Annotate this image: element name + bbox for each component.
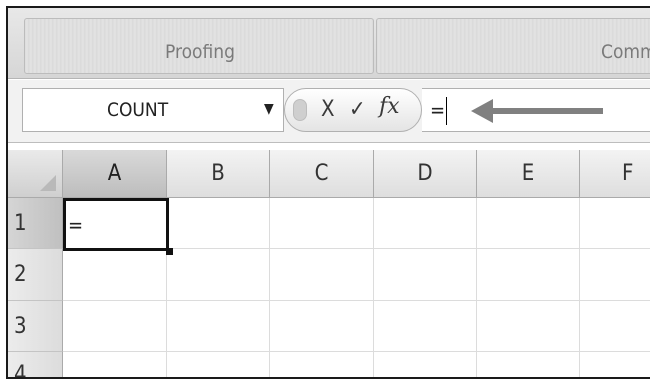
row-header-1[interactable]: 1: [8, 198, 63, 249]
row-header-4[interactable]: 4: [8, 352, 63, 377]
cell-f1[interactable]: [580, 198, 650, 249]
ribbon-group-proofing: Proofing: [24, 18, 374, 74]
checkmark-icon[interactable]: ✓: [349, 96, 366, 124]
cancel-icon[interactable]: X: [321, 96, 335, 124]
cell-c4[interactable]: [270, 352, 374, 377]
cell-c2[interactable]: [270, 249, 374, 301]
name-box-value: COUNT: [107, 99, 169, 121]
cell-f2[interactable]: [580, 249, 650, 301]
cell-f4[interactable]: [580, 352, 650, 377]
cell-e1[interactable]: [477, 198, 580, 249]
cell-d2[interactable]: [374, 249, 477, 301]
excel-window: Proofing Comm COUNT ▼ X ✓ fx = A: [6, 6, 650, 379]
name-box[interactable]: COUNT ▼: [22, 88, 284, 132]
cell-c3[interactable]: [270, 301, 374, 352]
row-header-2[interactable]: 2: [8, 249, 63, 301]
column-header-d[interactable]: D: [374, 150, 477, 198]
column-header-b[interactable]: B: [167, 150, 270, 198]
ribbon-group-label-proofing: Proofing: [165, 41, 235, 63]
resize-handle-icon[interactable]: [293, 99, 307, 121]
formula-text: =: [430, 98, 446, 122]
formula-bar: COUNT ▼ X ✓ fx =: [8, 80, 650, 143]
ribbon-group-label-comments: Comm: [601, 41, 650, 63]
cell-b4[interactable]: [167, 352, 270, 377]
cell-d1[interactable]: [374, 198, 477, 249]
formula-controls: X ✓ fx: [284, 88, 422, 132]
cell-e2[interactable]: [477, 249, 580, 301]
cell-a3[interactable]: [63, 301, 167, 352]
cell-e3[interactable]: [477, 301, 580, 352]
cell-a1[interactable]: =: [63, 198, 169, 251]
select-all-icon[interactable]: [8, 150, 63, 198]
left-arrow-icon: [471, 99, 603, 123]
cell-c1[interactable]: [270, 198, 374, 249]
text-caret: [446, 97, 447, 125]
cell-a1-value: =: [68, 213, 84, 237]
cell-b1[interactable]: [167, 198, 270, 249]
cell-e4[interactable]: [477, 352, 580, 377]
column-header-e[interactable]: E: [477, 150, 580, 198]
cell-d3[interactable]: [374, 301, 477, 352]
function-icon[interactable]: fx: [379, 94, 400, 119]
column-header-f[interactable]: F: [580, 150, 650, 198]
chevron-down-icon[interactable]: ▼: [264, 101, 274, 117]
fill-handle[interactable]: [166, 248, 173, 255]
ribbon-group-comments: Comm: [376, 18, 650, 74]
column-header-a[interactable]: A: [63, 150, 167, 198]
cell-f3[interactable]: [580, 301, 650, 352]
cell-b3[interactable]: [167, 301, 270, 352]
spreadsheet-grid: A B C D E F 1 2 3 4 =: [8, 150, 650, 377]
cell-b2[interactable]: [167, 249, 270, 301]
ribbon: Proofing Comm: [8, 8, 650, 79]
cell-a4[interactable]: [63, 352, 167, 377]
cell-d4[interactable]: [374, 352, 477, 377]
row-header-3[interactable]: 3: [8, 301, 63, 352]
column-header-c[interactable]: C: [270, 150, 374, 198]
cell-a2[interactable]: [63, 249, 167, 301]
